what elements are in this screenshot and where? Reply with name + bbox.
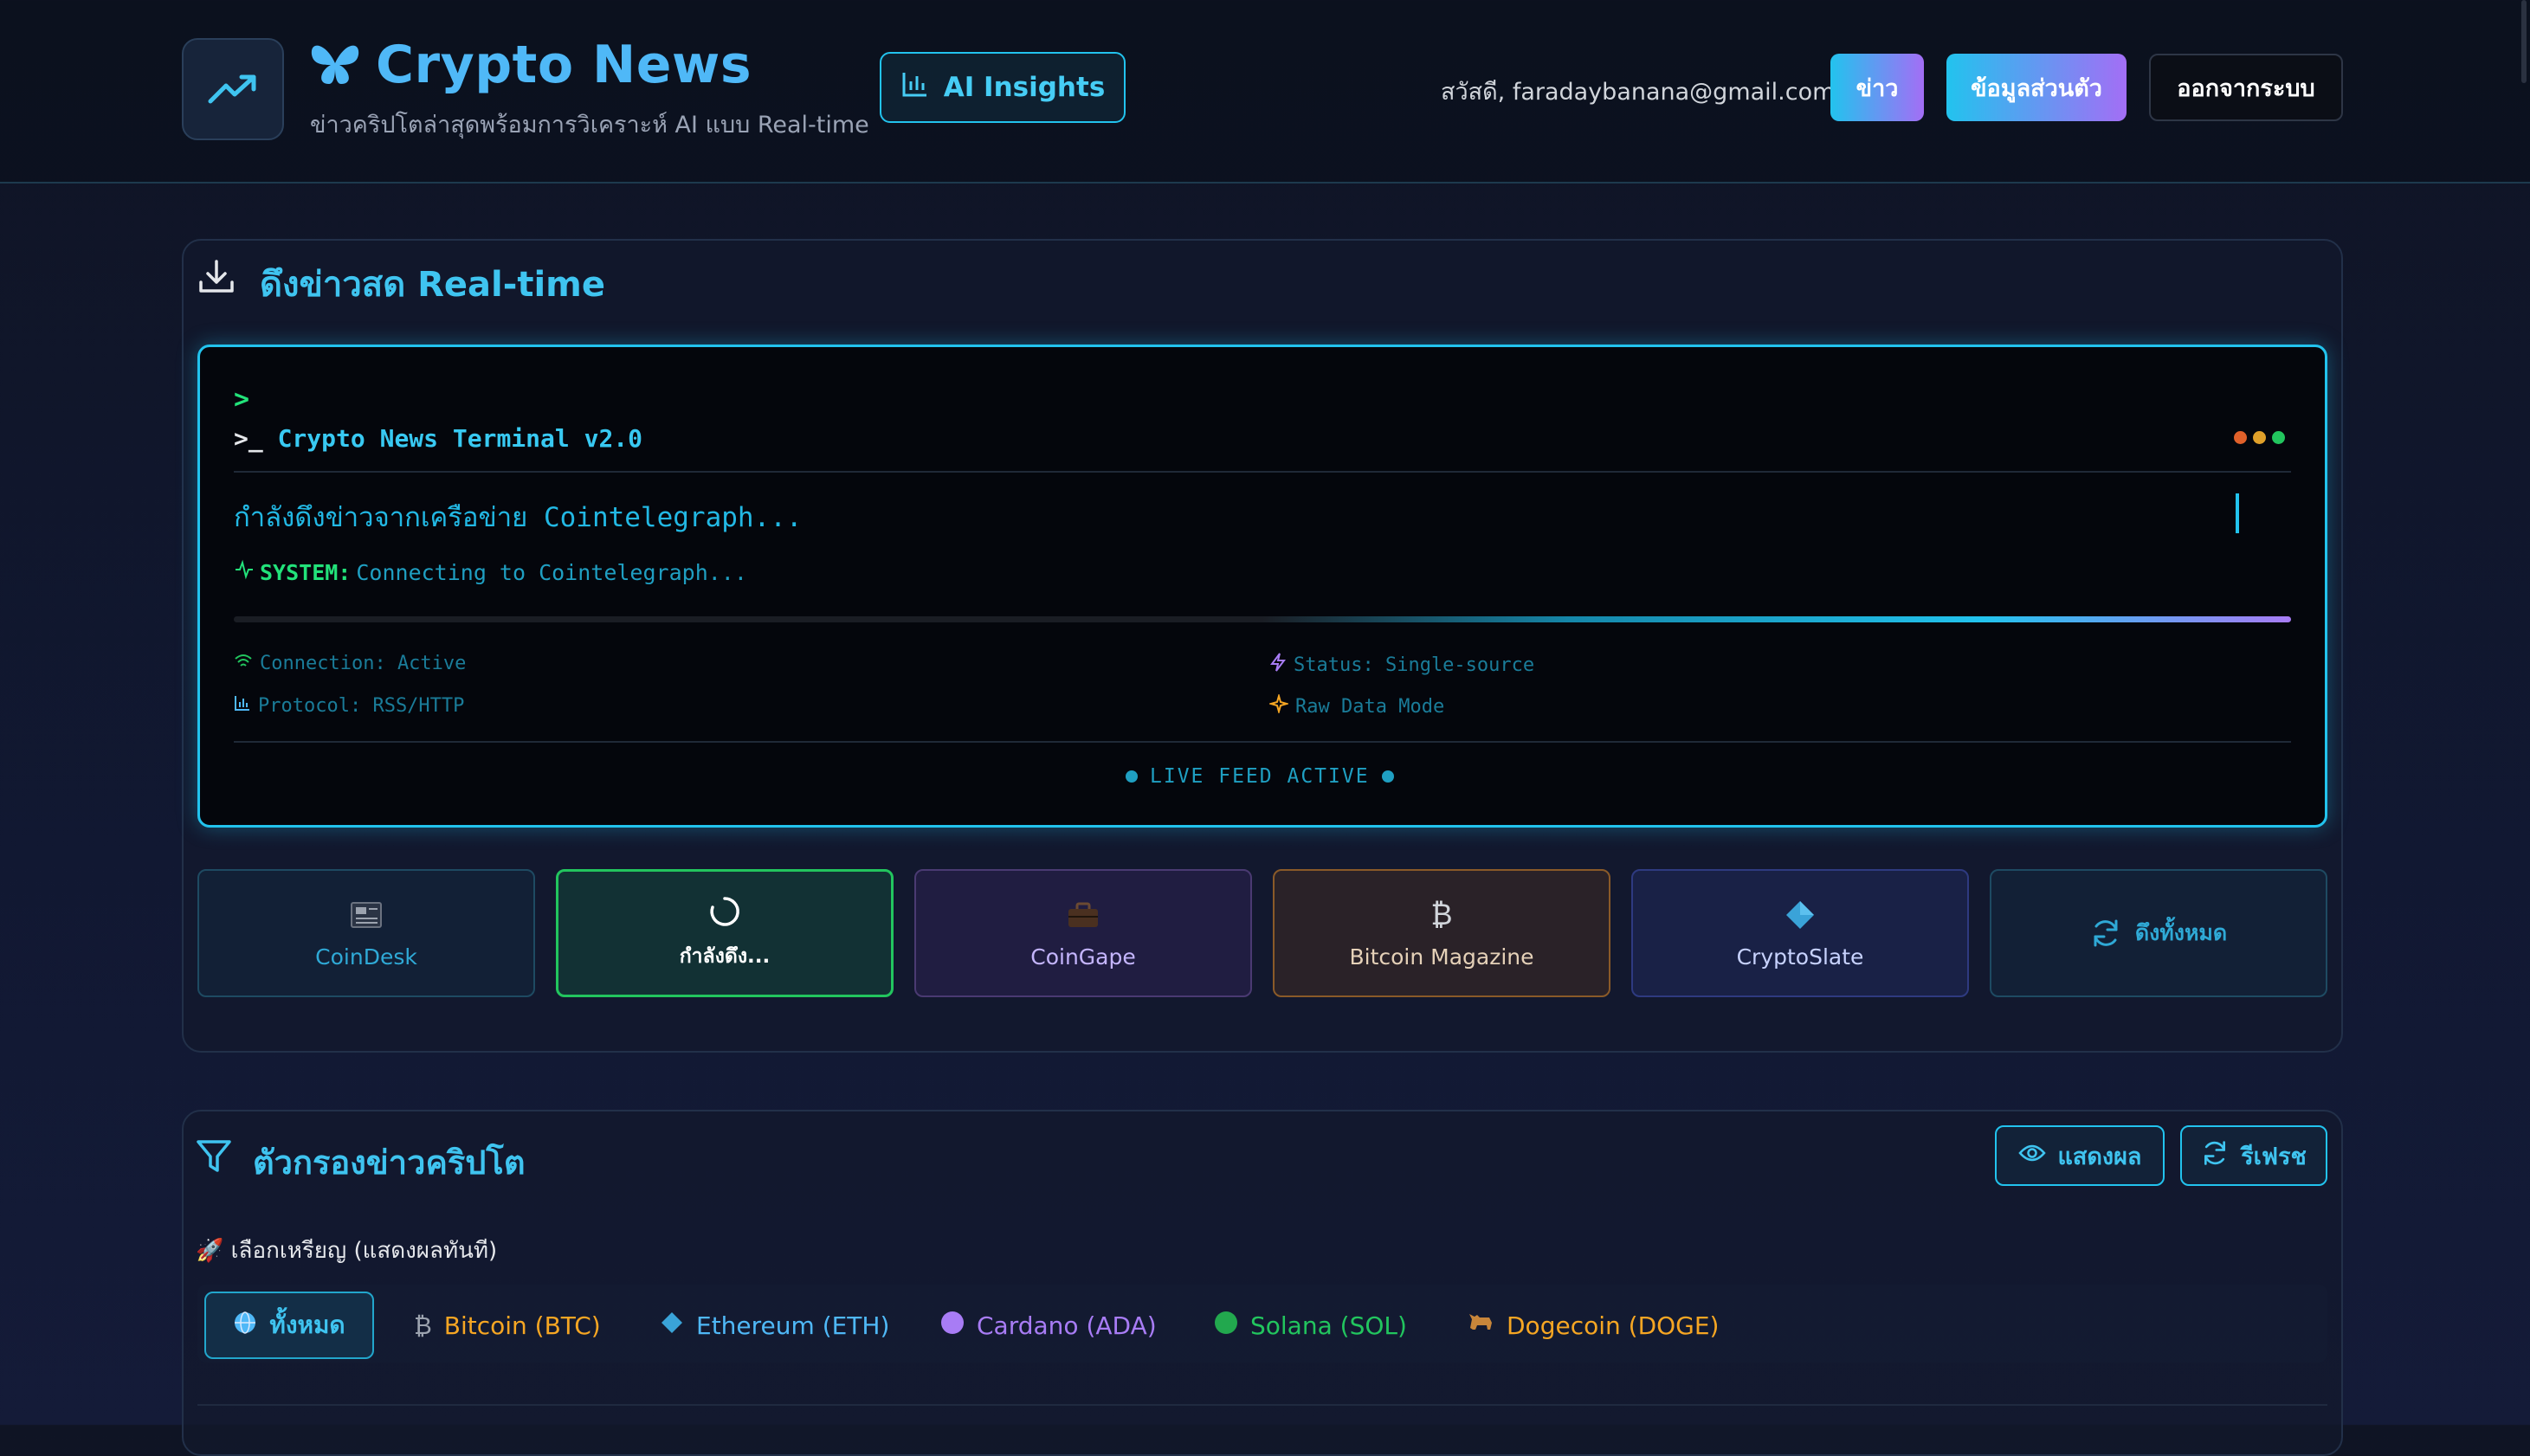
terminal-divider bbox=[234, 471, 2291, 473]
protocol-status: Protocol: RSS/HTTP bbox=[234, 694, 464, 717]
news-terminal bbox=[197, 345, 2327, 828]
terminal-message: กำลังดึงข่าวจากเครือข่าย Cointelegraph..… bbox=[234, 502, 803, 533]
eye-icon bbox=[2017, 1143, 2046, 1169]
globe-icon bbox=[233, 1311, 257, 1341]
purple-circle-icon bbox=[940, 1311, 965, 1341]
fetch-all-button[interactable]: ดึงทั้งหมด bbox=[1990, 869, 2327, 997]
data-mode-status: Raw Data Mode bbox=[1268, 693, 1444, 718]
diamond-icon bbox=[1785, 898, 1816, 932]
source-coindesk-button[interactable]: CoinDesk bbox=[197, 869, 535, 997]
butterfly-icon bbox=[308, 39, 362, 91]
dot-red-icon bbox=[2234, 431, 2247, 444]
terminal-divider-bottom bbox=[234, 741, 2291, 743]
live-dot-icon bbox=[1381, 770, 1394, 783]
bar-chart-icon bbox=[900, 69, 930, 106]
terminal-prompt: > bbox=[234, 384, 250, 415]
source-cointelegraph-button[interactable]: กำลังดึง... bbox=[556, 869, 894, 997]
source-coingape-button[interactable]: CoinGape bbox=[914, 869, 1252, 997]
newspaper-icon bbox=[350, 898, 383, 932]
brand-title: Crypto News bbox=[376, 35, 752, 95]
green-circle-icon bbox=[1214, 1311, 1238, 1341]
filter-icon bbox=[196, 1139, 232, 1177]
source-cryptoslate-button[interactable]: CryptoSlate bbox=[1631, 869, 1969, 997]
bitcoin-icon: ₿ bbox=[414, 1311, 432, 1340]
nav-profile-button[interactable]: ข้อมูลส่วนตัว bbox=[1946, 54, 2127, 121]
activity-icon bbox=[234, 559, 255, 585]
user-greeting: สวัสดี, faradaybanana@gmail.com bbox=[1441, 79, 1836, 106]
spinner-icon bbox=[708, 894, 741, 929]
coin-filter-sol[interactable]: Solana (SOL) bbox=[1214, 1292, 1407, 1359]
live-dot-icon bbox=[1126, 770, 1138, 783]
filter-panel-title: ตัวกรองข่าวคริปโต bbox=[253, 1144, 526, 1182]
dot-yellow-icon bbox=[2253, 431, 2266, 444]
filter-divider bbox=[197, 1404, 2327, 1406]
fetch-panel-title: ดึงข่าวสด Real-time bbox=[260, 265, 605, 305]
coin-filter-doge[interactable]: Dogecoin (DOGE) bbox=[1467, 1292, 1719, 1359]
live-feed-indicator: LIVE FEED ACTIVE bbox=[1126, 765, 1394, 788]
brand-subtitle: ข่าวคริปโตล่าสุดพร้อมการวิเคราะห์ AI แบบ… bbox=[310, 112, 869, 139]
brand: Crypto News bbox=[308, 35, 752, 95]
connection-status: Connection: Active bbox=[234, 653, 466, 674]
terminal-title: >_ Crypto News Terminal v2.0 bbox=[234, 424, 643, 453]
terminal-icon: >_ bbox=[234, 424, 278, 453]
show-results-button[interactable]: แสดงผล bbox=[1995, 1125, 2165, 1186]
source-status: Status: Single-source bbox=[1269, 653, 1534, 677]
refresh-button[interactable]: รีเฟรช bbox=[2180, 1125, 2327, 1186]
bar-chart-icon bbox=[234, 694, 251, 717]
dot-green-icon bbox=[2272, 431, 2285, 444]
coin-filter-all[interactable]: ทั้งหมด bbox=[204, 1292, 374, 1359]
ai-insights-button[interactable]: AI Insights bbox=[880, 52, 1126, 123]
coin-filter-ada[interactable]: Cardano (ADA) bbox=[940, 1292, 1157, 1359]
wifi-icon bbox=[234, 653, 253, 674]
progress-bar bbox=[234, 616, 2291, 622]
window-dots bbox=[2234, 431, 2285, 444]
lightning-icon bbox=[1269, 653, 1287, 677]
logout-button[interactable]: ออกจากระบบ bbox=[2149, 54, 2343, 121]
trend-logo-icon bbox=[182, 38, 284, 140]
refresh-icon bbox=[2201, 1139, 2229, 1173]
terminal-system-line: SYSTEM: Connecting to Cointelegraph... bbox=[234, 559, 747, 585]
briefcase-icon bbox=[1067, 898, 1100, 932]
bitcoin-icon: ₿ bbox=[1430, 897, 1453, 932]
nav-news-button[interactable]: ข่าว bbox=[1830, 54, 1924, 121]
diamond-icon bbox=[660, 1311, 684, 1341]
coin-filter-eth[interactable]: Ethereum (ETH) bbox=[660, 1292, 889, 1359]
coin-select-label: 🚀 เลือกเหรียญ (แสดงผลทันที) bbox=[196, 1238, 498, 1264]
source-bitcoin-magazine-button[interactable]: ₿ Bitcoin Magazine bbox=[1273, 869, 1610, 997]
terminal-cursor bbox=[2236, 493, 2239, 533]
scrollbar[interactable] bbox=[2521, 0, 2527, 83]
download-icon bbox=[197, 258, 236, 300]
dog-icon bbox=[1467, 1311, 1494, 1341]
coin-filter-btc[interactable]: ₿ Bitcoin (BTC) bbox=[414, 1292, 601, 1359]
refresh-icon bbox=[2090, 916, 2121, 950]
sparkle-icon bbox=[1268, 693, 1290, 718]
ai-insights-label: AI Insights bbox=[943, 72, 1106, 103]
